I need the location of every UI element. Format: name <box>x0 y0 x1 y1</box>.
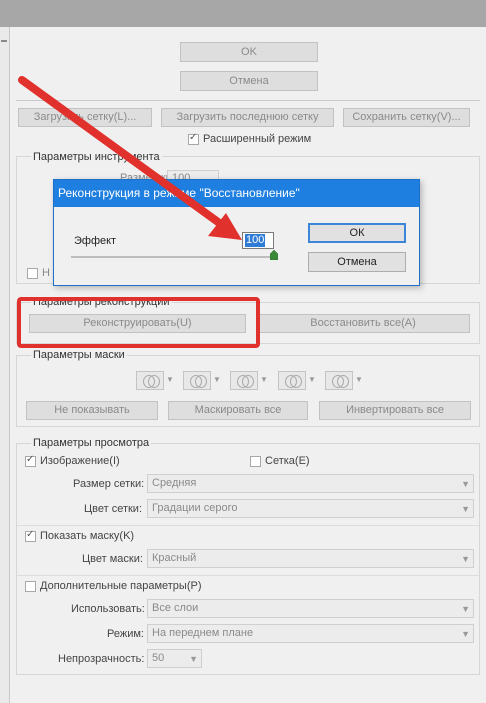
annotation-arrow <box>18 76 242 240</box>
